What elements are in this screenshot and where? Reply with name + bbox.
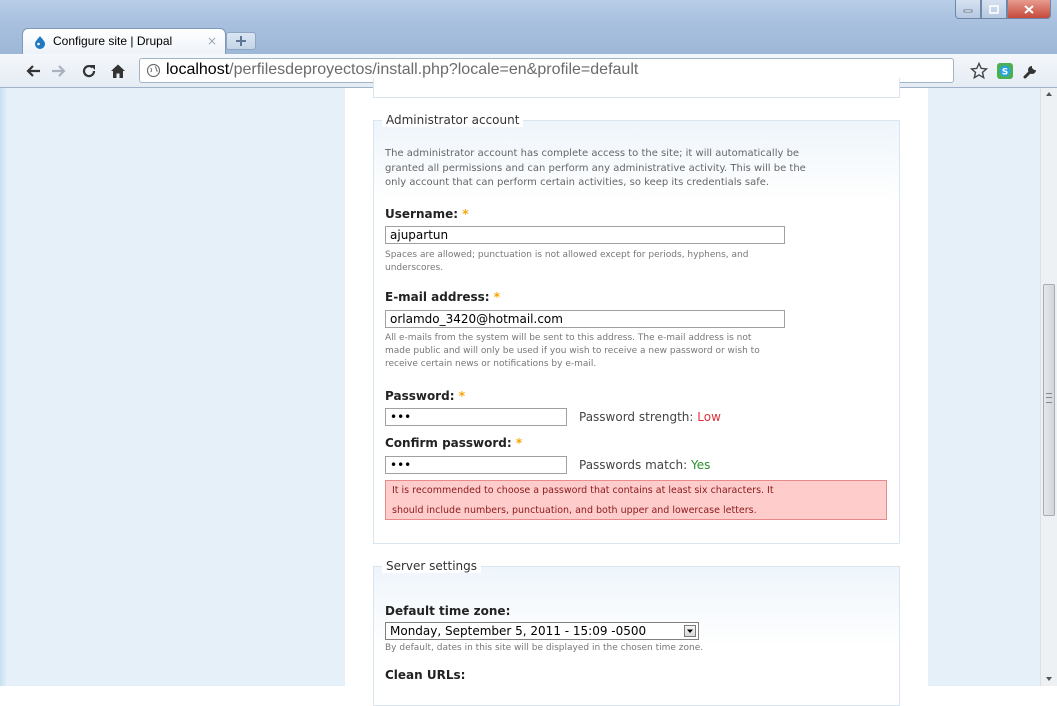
email-help-line: All e-mails from the system will be sent…: [385, 333, 752, 343]
admin-description-line: The administrator account has complete a…: [385, 148, 800, 159]
timezone-label: Default time zone:: [385, 604, 511, 618]
vertical-scrollbar[interactable]: [1040, 88, 1057, 686]
tab-configure-site[interactable]: Configure site | Drupal ×: [22, 28, 226, 54]
username-label-text: Username:: [385, 207, 459, 221]
required-marker: *: [462, 207, 469, 221]
password-strength-value: Low: [697, 410, 721, 424]
admin-description-line: granted all permissions and can perform …: [385, 162, 806, 174]
star-icon: [970, 62, 988, 80]
close-icon: [1024, 4, 1034, 14]
password-label: Password: *: [385, 389, 465, 403]
clean-urls-label: Clean URLs:: [385, 668, 466, 682]
confirm-password-label-text: Confirm password:: [385, 436, 512, 450]
url-text: localhost/perfilesdeproyectos/install.ph…: [166, 61, 638, 79]
password-input[interactable]: •••: [385, 408, 567, 426]
required-marker: *: [458, 389, 465, 403]
password-strength: Password strength: Low: [579, 410, 721, 424]
back-arrow-icon: [26, 65, 40, 77]
scrollbar-grip-icon: [1046, 393, 1052, 403]
wrench-menu-button[interactable]: [1020, 60, 1042, 82]
page-right-background: [928, 88, 1040, 686]
email-input[interactable]: orlamdo_3420@hotmail.com: [385, 310, 785, 328]
new-tab-button[interactable]: [226, 32, 256, 50]
tab-title: Configure site | Drupal: [53, 34, 173, 48]
confirm-password-label: Confirm password: *: [385, 436, 522, 450]
maximize-button[interactable]: [981, 0, 1007, 19]
email-label-text: E-mail address:: [385, 290, 490, 304]
server-settings-legend: Server settings: [382, 559, 482, 573]
window-titlebar: Configure site | Drupal ×: [0, 0, 1057, 54]
reload-button[interactable]: [78, 60, 100, 82]
home-button[interactable]: [107, 60, 129, 82]
username-help: Spaces are allowed; punctuation is not a…: [385, 249, 748, 275]
forward-arrow-icon: [52, 65, 66, 77]
username-help-line: Spaces are allowed; punctuation is not a…: [385, 250, 749, 260]
url-path: /perfilesdeproyectos/install.php?locale=…: [229, 61, 639, 78]
email-help-line: made public and will only be used if you…: [385, 346, 760, 356]
close-window-button[interactable]: [1007, 0, 1051, 19]
bookmark-star-button[interactable]: [968, 60, 990, 82]
page-globe-icon: [146, 63, 161, 78]
username-help-line: underscores.: [385, 263, 444, 273]
window-controls: [955, 0, 1051, 20]
dropdown-arrow-icon: [684, 625, 696, 637]
confirm-password-input[interactable]: •••: [385, 456, 567, 474]
drupal-drop-icon: [35, 36, 45, 49]
password-suggestion-line: It is recommended to choose a password t…: [392, 485, 774, 496]
passwords-match: Passwords match: Yes: [579, 458, 710, 472]
required-marker: *: [493, 290, 501, 304]
scroll-up-arrow-icon[interactable]: [1044, 90, 1054, 98]
scrollbar-thumb[interactable]: [1043, 284, 1055, 516]
admin-description: The administrator account has complete a…: [385, 147, 806, 191]
minimize-icon: [963, 9, 973, 13]
plus-icon: [236, 36, 246, 46]
home-icon: [111, 64, 125, 78]
administrator-account-legend: Administrator account: [382, 113, 524, 127]
skype-extension-icon: S: [997, 63, 1013, 79]
required-marker: *: [515, 436, 523, 450]
back-button[interactable]: [22, 60, 44, 82]
email-help-line: receive certain news or notifications by…: [385, 359, 597, 369]
username-label: Username: *: [385, 207, 469, 221]
maximize-icon: [989, 4, 999, 14]
admin-description-line: only account that can perform certain ac…: [385, 177, 770, 188]
email-help: All e-mails from the system will be sent…: [385, 332, 760, 371]
reload-icon: [82, 64, 96, 78]
svg-text:S: S: [1002, 68, 1008, 78]
page-left-edge: [0, 88, 8, 686]
forward-button[interactable]: [48, 60, 70, 82]
previous-fieldset: [373, 78, 900, 98]
skype-extension-button[interactable]: S: [994, 60, 1016, 82]
timezone-selected-value: Monday, September 5, 2011 - 15:09 -0500: [390, 624, 647, 638]
password-suggestion-box: It is recommended to choose a password t…: [385, 480, 887, 520]
passwords-match-value: Yes: [690, 458, 711, 472]
wrench-icon: [1023, 66, 1036, 79]
timezone-help: By default, dates in this site will be d…: [385, 643, 704, 653]
password-suggestion-line: should include numbers, punctuation, and…: [392, 505, 757, 516]
scroll-down-arrow-icon[interactable]: [1044, 675, 1054, 683]
timezone-select[interactable]: Monday, September 5, 2011 - 15:09 -0500: [385, 622, 699, 640]
password-strength-label: Password strength:: [579, 410, 694, 424]
page-left-background: [8, 88, 345, 686]
password-label-text: Password:: [385, 389, 455, 403]
url-host: localhost: [166, 61, 230, 78]
username-input[interactable]: ajupartun: [385, 226, 785, 244]
email-label: E-mail address: *: [385, 290, 500, 304]
minimize-button[interactable]: [955, 0, 981, 19]
passwords-match-label: Passwords match:: [579, 458, 688, 472]
tab-close-icon[interactable]: ×: [207, 34, 217, 48]
